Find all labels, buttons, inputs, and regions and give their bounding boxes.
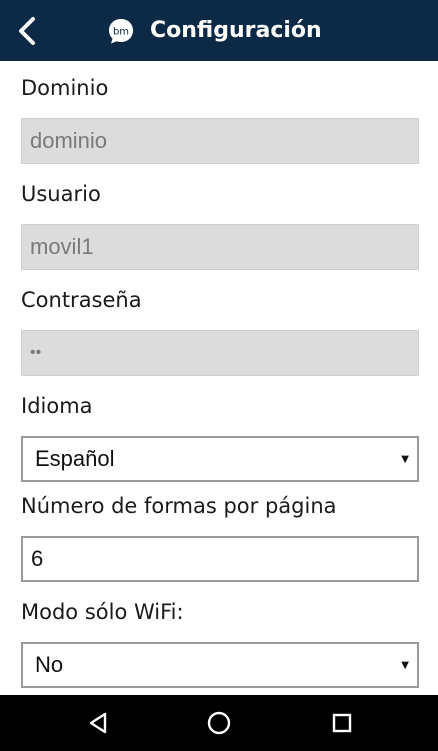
user-field: movil1 [21, 224, 419, 270]
wifi-only-value: No [35, 652, 64, 677]
system-nav-bar [0, 695, 438, 751]
wifi-only-label: Modo sólo WiFi: [21, 600, 184, 624]
language-label: Idioma [21, 394, 93, 418]
domain-field: dominio [21, 118, 419, 164]
domain-value: dominio [30, 128, 108, 153]
forms-per-page-label: Número de formas por página [21, 494, 337, 518]
wifi-only-select[interactable]: No ▼ [21, 642, 419, 688]
dropdown-arrow-icon: ▼ [401, 454, 409, 466]
user-value: movil1 [30, 234, 94, 259]
circle-home-icon [207, 711, 231, 735]
language-select[interactable]: Español ▼ [21, 436, 419, 482]
nav-back-button[interactable] [76, 703, 120, 743]
logo-text: bm [113, 27, 129, 38]
page-title: Configuración [150, 18, 322, 43]
user-label: Usuario [21, 182, 101, 206]
language-value: Español [35, 446, 115, 471]
chevron-left-icon [19, 17, 35, 45]
forms-per-page-input[interactable]: 6 [21, 536, 419, 582]
forms-per-page-value: 6 [31, 546, 44, 571]
triangle-back-icon [89, 712, 107, 734]
dropdown-arrow-icon: ▼ [401, 660, 409, 672]
back-button[interactable] [4, 6, 48, 56]
nav-home-button[interactable] [197, 703, 241, 743]
square-recents-icon [332, 713, 352, 733]
password-field: •• [21, 330, 419, 376]
domain-label: Dominio [21, 76, 109, 100]
app-bar: bm Configuración [0, 0, 438, 61]
app-logo: bm [109, 19, 133, 44]
password-value: •• [30, 344, 42, 361]
nav-recents-button[interactable] [320, 703, 364, 743]
password-label: Contraseña [21, 288, 142, 312]
